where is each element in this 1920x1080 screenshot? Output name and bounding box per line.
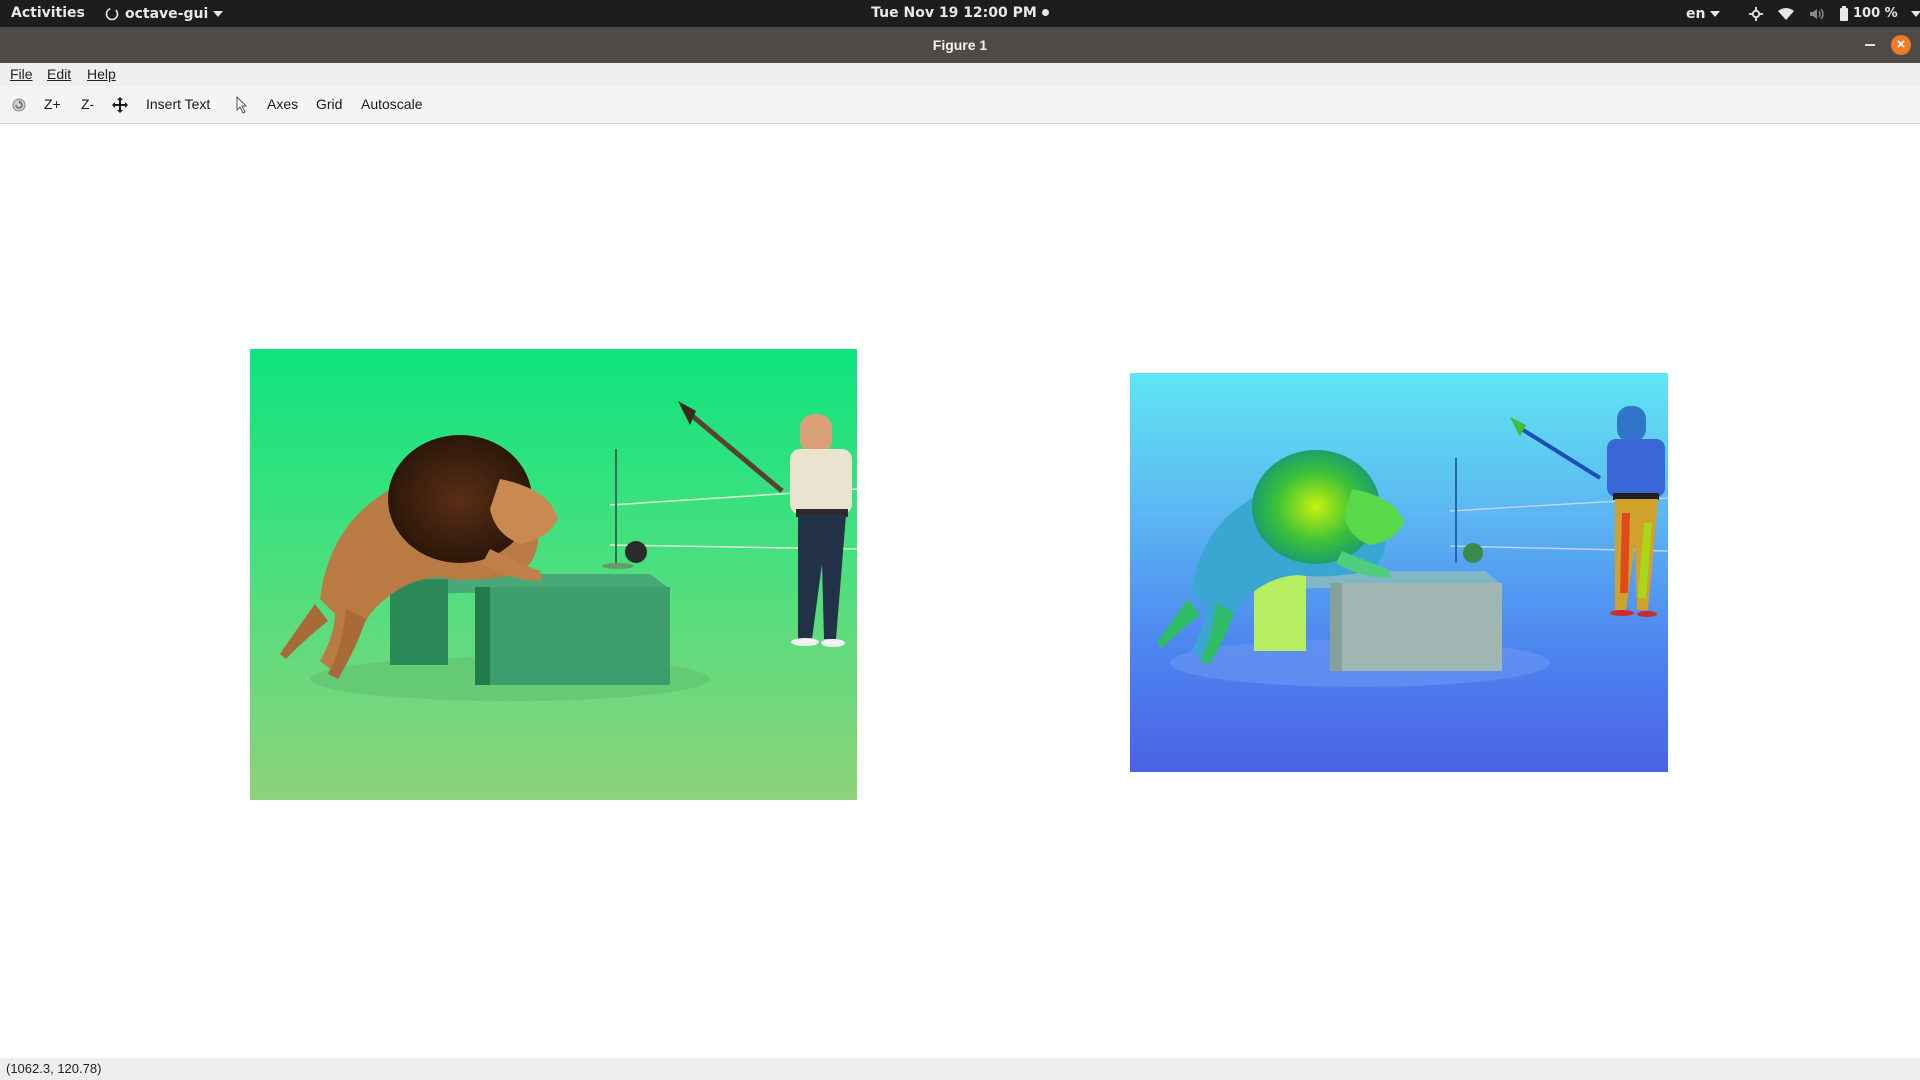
figure-canvas[interactable] xyxy=(0,124,1920,1058)
language-indicator[interactable]: en xyxy=(1686,0,1721,27)
cursor-arrow-icon xyxy=(236,96,248,114)
notification-dot-icon xyxy=(1041,9,1049,16)
pan-move-icon xyxy=(112,97,128,113)
grid-button[interactable]: Grid xyxy=(316,86,342,123)
menu-edit[interactable]: Edit xyxy=(47,63,71,86)
minimize-button[interactable] xyxy=(1860,35,1880,55)
chevron-down-icon xyxy=(213,10,224,17)
activities-button[interactable]: Activities xyxy=(11,0,85,27)
cursor-coordinates: (1062.3, 120.78) xyxy=(6,1061,102,1076)
minimize-icon xyxy=(1865,44,1875,46)
app-menu-label: octave-gui xyxy=(125,5,209,22)
menu-help-label: Help xyxy=(87,66,116,82)
clock-area: Tue Nov 19 12:00 PM xyxy=(0,0,1920,27)
menu-file-label: File xyxy=(10,66,33,82)
close-button[interactable]: × xyxy=(1891,35,1911,55)
insert-text-button[interactable]: Insert Text xyxy=(146,86,210,123)
chevron-down-icon xyxy=(1910,10,1920,17)
battery-indicator: 100 % xyxy=(1839,1,1898,27)
select-button[interactable] xyxy=(232,95,252,115)
system-tray[interactable]: 100 % xyxy=(1748,0,1920,27)
battery-label: 100 % xyxy=(1853,5,1898,21)
battery-icon xyxy=(1840,5,1848,21)
octave-app-icon xyxy=(105,7,119,20)
window-title: Figure 1 xyxy=(932,37,988,53)
menu-file[interactable]: File xyxy=(10,63,33,86)
wifi-icon xyxy=(1778,7,1794,20)
status-bar: (1062.3, 120.78) xyxy=(0,1058,1920,1080)
close-icon: × xyxy=(1896,36,1906,53)
menu-bar: File Edit Help xyxy=(0,63,1920,86)
zoom-out-button[interactable]: Z- xyxy=(81,86,94,123)
language-label: en xyxy=(1686,5,1706,22)
rotate-icon xyxy=(12,98,26,112)
pan-button[interactable] xyxy=(110,95,130,115)
subplot-converted-image[interactable] xyxy=(1130,373,1668,772)
gnome-top-bar: Activities octave-gui Tue Nov 19 12:00 P… xyxy=(0,0,1920,27)
volume-muted-icon xyxy=(1810,8,1824,19)
menu-edit-label: Edit xyxy=(47,66,72,82)
menu-help[interactable]: Help xyxy=(87,63,116,86)
rotate-button[interactable] xyxy=(9,95,29,115)
axes-button[interactable]: Axes xyxy=(267,86,298,123)
clock-button[interactable]: Tue Nov 19 12:00 PM xyxy=(871,5,1049,21)
clock-label: Tue Nov 19 12:00 PM xyxy=(871,5,1037,21)
window-title-bar[interactable]: Figure 1 × xyxy=(0,27,1920,63)
autoscale-button[interactable]: Autoscale xyxy=(361,86,422,123)
app-menu-button[interactable]: octave-gui xyxy=(104,0,224,27)
false-color-lion-image xyxy=(1130,373,1668,772)
figure-toolbar: Z+ Z- Insert Text Axes Grid Autoscale xyxy=(0,86,1920,124)
original-lion-image xyxy=(250,349,857,800)
zoom-in-button[interactable]: Z+ xyxy=(44,86,61,123)
chevron-down-icon xyxy=(1710,10,1721,17)
accessibility-icon xyxy=(1749,6,1763,21)
subplot-original-image[interactable] xyxy=(250,349,857,800)
